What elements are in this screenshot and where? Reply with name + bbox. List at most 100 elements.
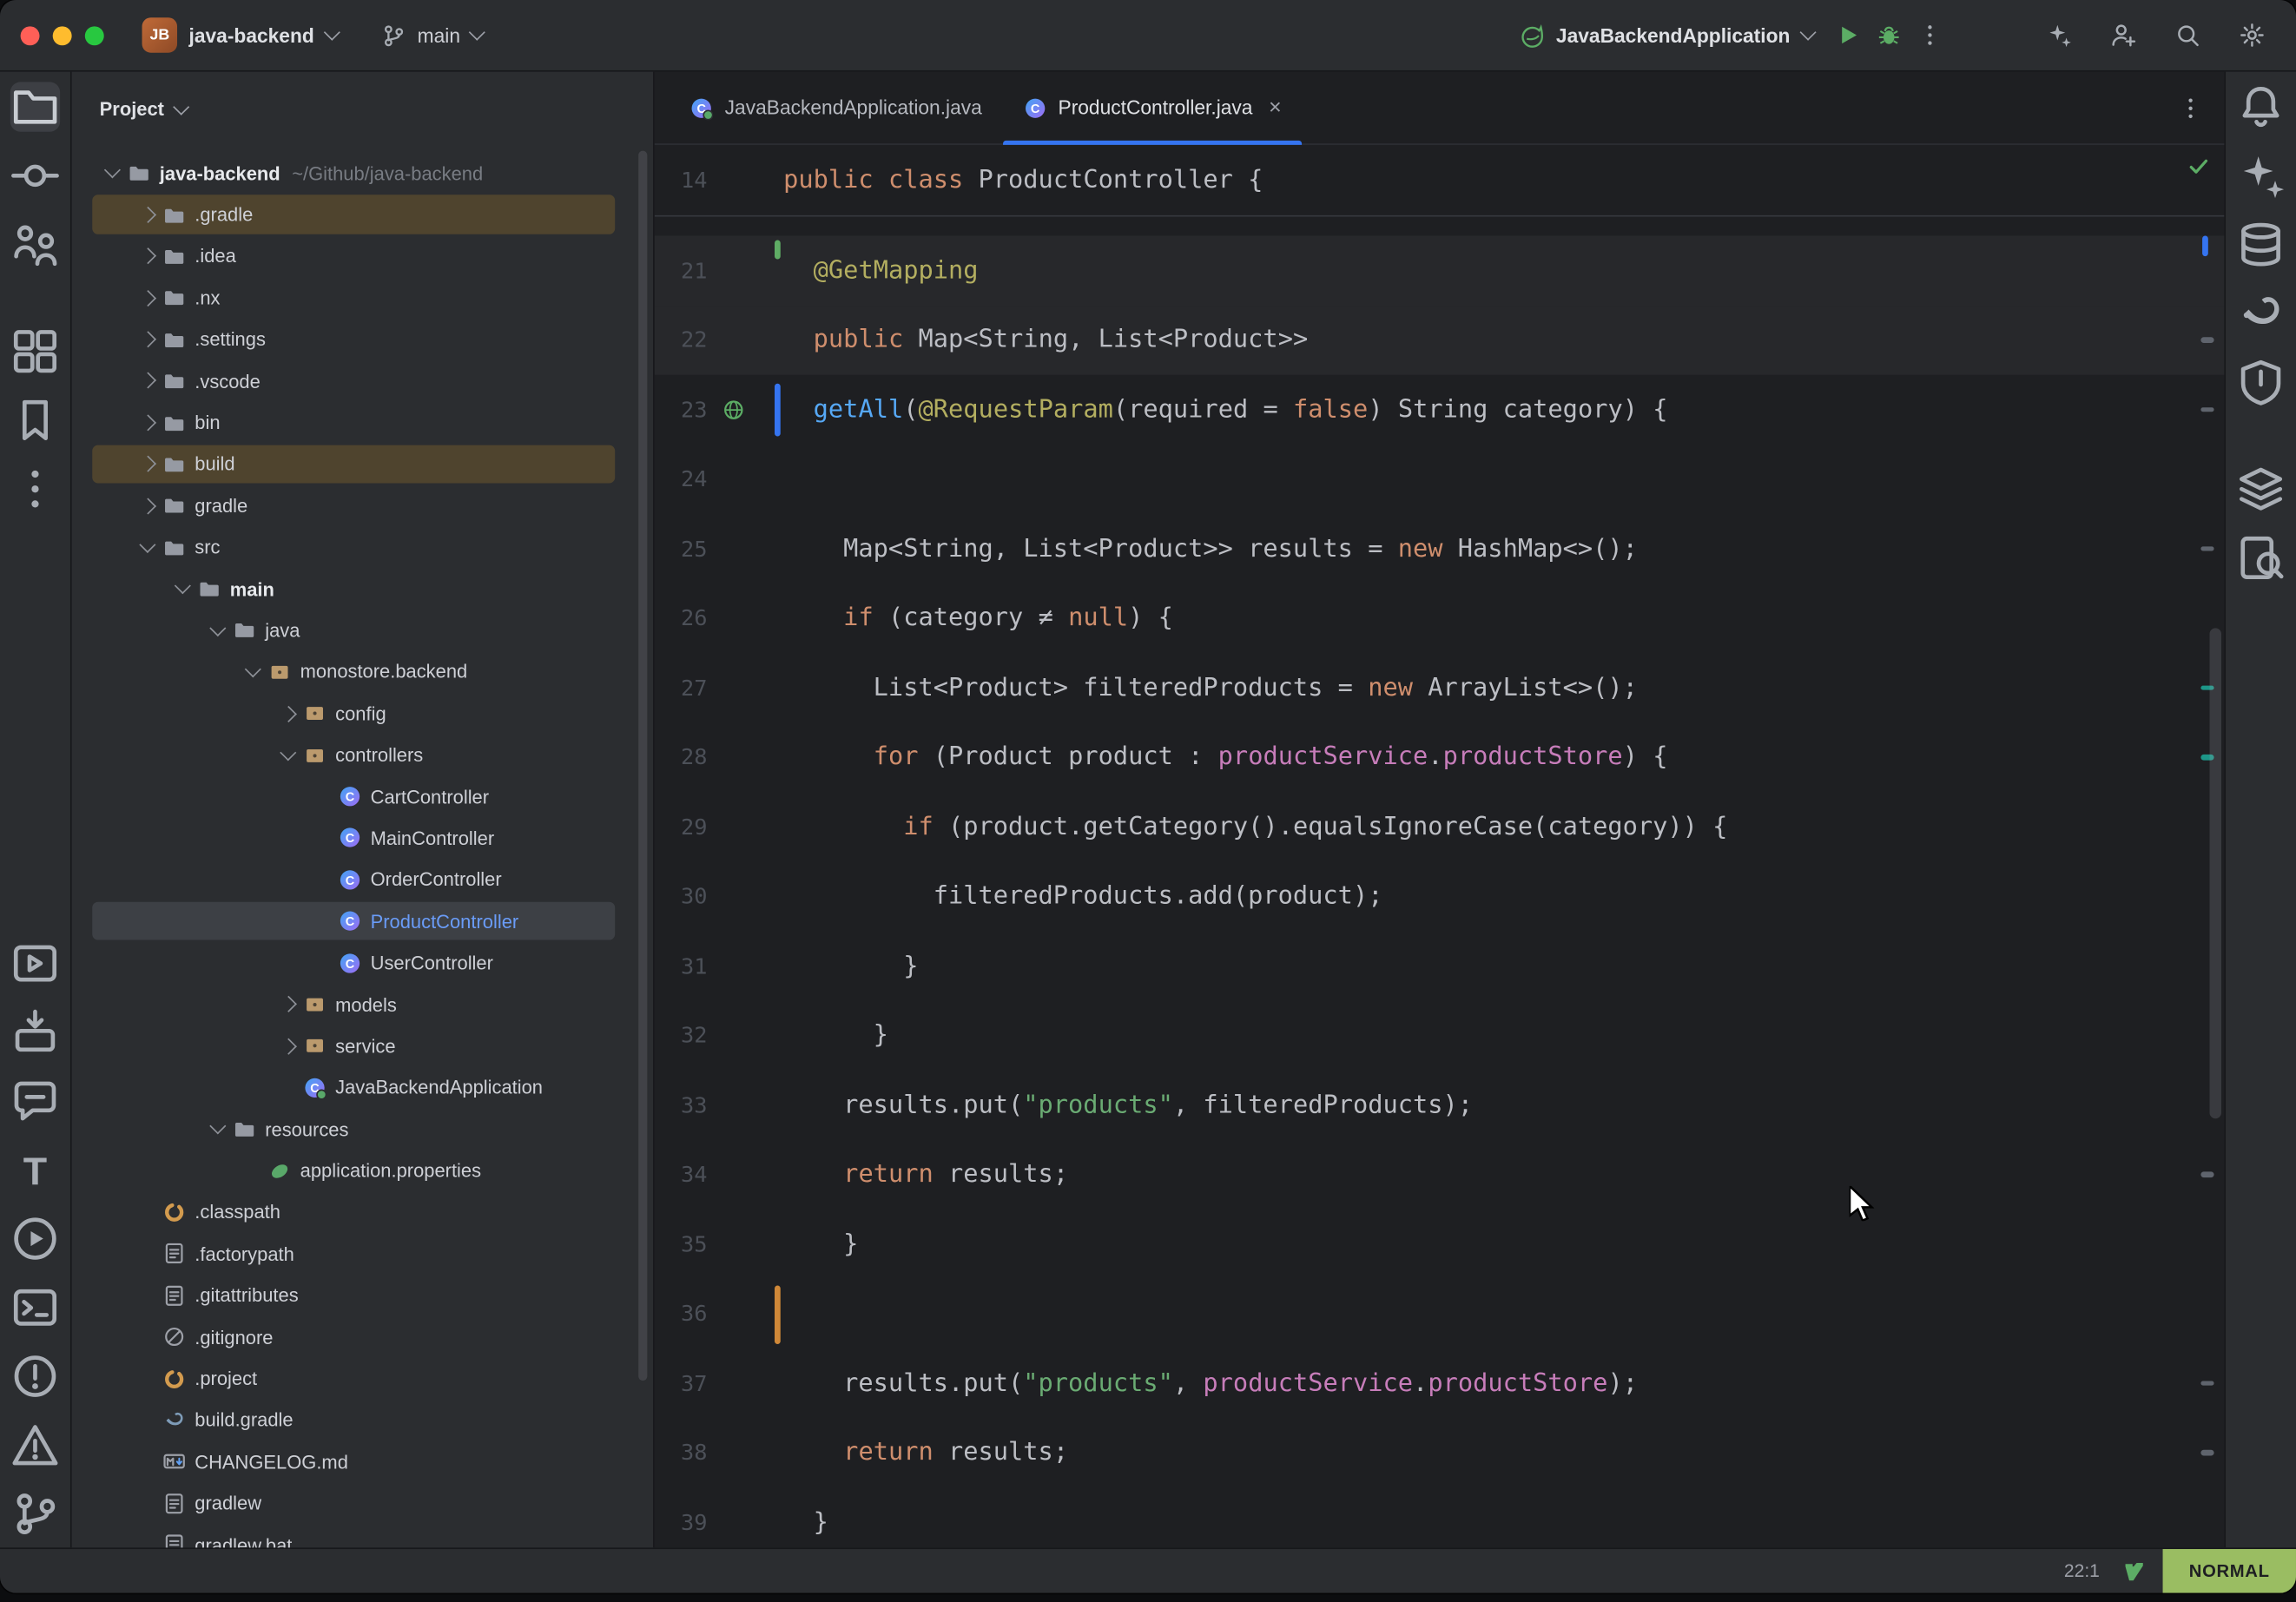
editor-scrollbar[interactable] xyxy=(2210,628,2221,1118)
tree-item-src[interactable]: src xyxy=(72,526,653,568)
debug-button[interactable] xyxy=(1869,15,1910,56)
version-control-icon[interactable] xyxy=(10,1489,60,1539)
tree-item--idea[interactable]: .idea xyxy=(72,235,653,277)
tree-item-cartcontroller[interactable]: CCartController xyxy=(72,775,653,817)
chevron-right-icon[interactable] xyxy=(274,708,303,719)
tree-item-java[interactable]: java xyxy=(72,610,653,651)
code-area[interactable]: 14public class ProductController { 21 @G… xyxy=(655,145,2225,1547)
tab-options-icon[interactable] xyxy=(2172,89,2210,127)
code-line-29[interactable]: 29 if (product.getCategory().equalsIgnor… xyxy=(655,792,2225,861)
code-line-27[interactable]: 27 List<Product> filteredProducts = new … xyxy=(655,653,2225,722)
code-line-32[interactable]: 32 } xyxy=(655,1001,2225,1071)
tree-item-changelog-md[interactable]: CHANGELOG.md xyxy=(72,1440,653,1482)
structure-icon[interactable] xyxy=(10,326,60,376)
chevron-down-icon[interactable] xyxy=(203,1126,233,1131)
tree-item-build[interactable]: build xyxy=(72,443,653,485)
chevron-down-icon[interactable] xyxy=(274,753,303,758)
gradle-icon[interactable] xyxy=(2236,288,2286,338)
code-line-26[interactable]: 26 if (category ≠ null) { xyxy=(655,583,2225,653)
endpoint-gutter-icon[interactable] xyxy=(722,398,745,421)
code-line-37[interactable]: 37 results.put("products", productServic… xyxy=(655,1348,2225,1418)
code-line-34[interactable]: 34 return results; xyxy=(655,1140,2225,1210)
notifications-icon[interactable] xyxy=(2236,82,2286,131)
warnings-icon[interactable] xyxy=(10,1421,60,1470)
vcs-warn-marker[interactable] xyxy=(775,1285,780,1343)
chevron-right-icon[interactable] xyxy=(133,293,162,304)
code-line-35[interactable]: 35 } xyxy=(655,1210,2225,1279)
tree-item-main[interactable]: main xyxy=(72,568,653,610)
more-actions-button[interactable] xyxy=(1910,15,1950,56)
chevron-right-icon[interactable] xyxy=(133,417,162,428)
chevron-right-icon[interactable] xyxy=(133,251,162,262)
tree-item-java-backend[interactable]: java-backend~/Github/java-backend xyxy=(72,152,653,194)
tree-item-gradlew-bat[interactable]: gradlew.bat xyxy=(72,1524,653,1547)
chevron-right-icon[interactable] xyxy=(133,458,162,470)
commit-icon[interactable] xyxy=(10,151,60,201)
code-line-25[interactable]: 25 Map<String, List<Product>> results = … xyxy=(655,514,2225,583)
code-line-23[interactable]: 23 getAll(@RequestParam(required = false… xyxy=(655,375,2225,445)
pull-requests-icon[interactable] xyxy=(10,220,60,269)
vcs-added-marker[interactable] xyxy=(775,241,780,260)
project-widget[interactable]: JB java-backend xyxy=(142,17,337,52)
vim-icon[interactable] xyxy=(2123,1560,2145,1582)
code-line-38[interactable]: 38 return results; xyxy=(655,1418,2225,1487)
ai-assistant-icon[interactable] xyxy=(2236,151,2286,201)
ai-assistant-button[interactable] xyxy=(2038,15,2079,56)
vcs-modified-marker[interactable] xyxy=(775,384,780,437)
tree-item--nx[interactable]: .nx xyxy=(72,277,653,319)
chevron-right-icon[interactable] xyxy=(133,333,162,345)
tree-item--factorypath[interactable]: .factorypath xyxy=(72,1233,653,1275)
chevron-right-icon[interactable] xyxy=(133,375,162,386)
caret-position-widget[interactable]: 22:1 xyxy=(2064,1561,2100,1582)
project-panel-header[interactable]: Project xyxy=(72,72,653,141)
chevron-right-icon[interactable] xyxy=(274,999,303,1010)
tab-productcontroller-java[interactable]: C ProductController.java × xyxy=(1002,72,1302,144)
project-icon[interactable] xyxy=(10,82,60,131)
problems-icon[interactable] xyxy=(10,1351,60,1401)
tree-item--gitattributes[interactable]: .gitattributes xyxy=(72,1275,653,1316)
bookmarks-icon[interactable] xyxy=(10,395,60,445)
code-line-31[interactable]: 31 } xyxy=(655,931,2225,1000)
dependencies-icon[interactable] xyxy=(10,1007,60,1057)
maven-icon[interactable] xyxy=(2236,357,2286,406)
tree-item--settings[interactable]: .settings xyxy=(72,319,653,360)
tree-item-application-properties[interactable]: application.properties xyxy=(72,1150,653,1191)
code-line-30[interactable]: 30 filteredProducts.add(product); xyxy=(655,861,2225,931)
code-line-22[interactable]: 22 public Map<String, List<Product>> xyxy=(655,306,2225,375)
run-config-widget[interactable]: JavaBackendApplication xyxy=(1520,23,1813,48)
chevron-right-icon[interactable] xyxy=(274,1040,303,1052)
layers-icon[interactable] xyxy=(2236,465,2286,514)
tree-item-productcontroller[interactable]: CProductController xyxy=(72,900,653,942)
tree-item-ordercontroller[interactable]: COrderController xyxy=(72,859,653,900)
chevron-down-icon[interactable] xyxy=(168,586,198,591)
tree-item-build-gradle[interactable]: build.gradle xyxy=(72,1400,653,1441)
tree-item--gitignore[interactable]: .gitignore xyxy=(72,1316,653,1358)
code-line-24[interactable]: 24 xyxy=(655,445,2225,514)
chevron-down-icon[interactable] xyxy=(239,669,268,675)
chevron-right-icon[interactable] xyxy=(133,209,162,221)
branch-widget[interactable]: main xyxy=(380,23,483,48)
tree-item--vscode[interactable]: .vscode xyxy=(72,360,653,402)
inspections-ok-icon[interactable] xyxy=(2187,154,2212,179)
ai-chat-icon[interactable] xyxy=(10,1076,60,1125)
more-icon[interactable] xyxy=(10,465,60,514)
code-line-39[interactable]: 39 } xyxy=(655,1487,2225,1547)
chevron-right-icon[interactable] xyxy=(133,500,162,511)
tree-item-usercontroller[interactable]: CUserController xyxy=(72,942,653,984)
tree-item-gradlew[interactable]: gradlew xyxy=(72,1482,653,1524)
vim-mode-badge[interactable]: NORMAL xyxy=(2162,1549,2296,1593)
todo-icon[interactable]: T xyxy=(10,1145,60,1195)
tree-item-models[interactable]: models xyxy=(72,984,653,1025)
find-in-files-icon[interactable] xyxy=(2236,533,2286,583)
project-scrollbar[interactable] xyxy=(638,151,647,1381)
run-anything-icon[interactable] xyxy=(10,939,60,988)
code-line-36[interactable]: 36 xyxy=(655,1279,2225,1348)
tree-item-gradle[interactable]: gradle xyxy=(72,485,653,526)
tree-item-monostore-backend[interactable]: monostore.backend xyxy=(72,651,653,693)
tab-javabackendapplication-java[interactable]: C JavaBackendApplication.java xyxy=(670,72,1003,144)
run-button[interactable] xyxy=(1827,15,1868,56)
tree-item-config[interactable]: config xyxy=(72,693,653,735)
tree-item--project[interactable]: .project xyxy=(72,1358,653,1400)
tree-item-bin[interactable]: bin xyxy=(72,402,653,444)
tree-item-resources[interactable]: resources xyxy=(72,1108,653,1150)
